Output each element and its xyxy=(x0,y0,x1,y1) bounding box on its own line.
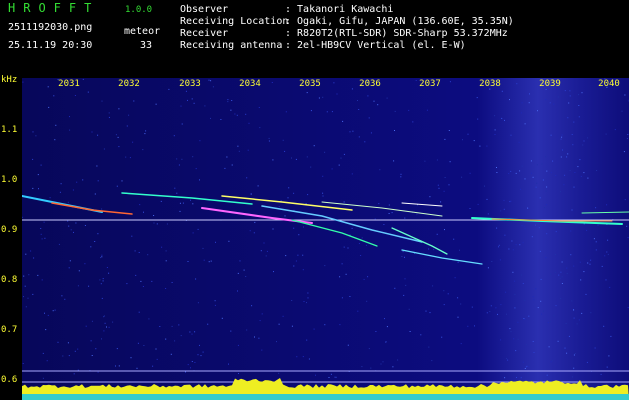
x-tick-label: 2039 xyxy=(539,79,561,89)
y-tick-label: 0.9 xyxy=(1,225,18,235)
y-tick-label: 0.7 xyxy=(1,325,18,335)
observer-label: Observer xyxy=(180,4,229,15)
location-label: Receiving Location xyxy=(180,16,289,27)
spectrogram xyxy=(22,78,629,400)
header-panel: HROFFT 1.0.0 2511192030.png 25.11.19 20:… xyxy=(0,0,629,78)
observer-value: : Takanori Kawachi xyxy=(285,4,394,15)
x-tick-label: 2038 xyxy=(479,79,501,89)
x-tick-label: 2035 xyxy=(299,79,321,89)
timestamp: 25.11.19 20:30 xyxy=(8,40,93,51)
x-tick-label: 2033 xyxy=(179,79,201,89)
noise-baseline xyxy=(22,394,629,400)
x-tick-label: 2036 xyxy=(359,79,381,89)
y-tick-label: 0.6 xyxy=(1,375,18,385)
app-version: 1.0.0 xyxy=(125,5,153,15)
meteor-count: 33 xyxy=(140,40,153,51)
receiver-value: : R820T2(RTL-SDR) SDR-Sharp 53.372MHz xyxy=(285,28,508,39)
y-unit-label: kHz xyxy=(1,75,18,85)
x-tick-label: 2037 xyxy=(419,79,441,89)
y-tick-label: 1.0 xyxy=(1,175,18,185)
antenna-label: Receiving antenna xyxy=(180,40,283,51)
x-tick-label: 2034 xyxy=(239,79,261,89)
app-title: HROFFT xyxy=(8,1,100,15)
x-tick-label: 2031 xyxy=(58,79,80,89)
receiver-label: Receiver xyxy=(180,28,229,39)
y-axis: kHz 1.1 1.0 0.9 0.8 0.7 0.6 xyxy=(0,75,22,400)
antenna-value: : 2el-HB9CV Vertical (el. E-W) xyxy=(285,40,466,51)
meteor-label: meteor xyxy=(124,26,161,37)
x-tick-label: 2032 xyxy=(118,79,140,89)
location-value: : Ogaki, Gifu, JAPAN (136.60E, 35.35N) xyxy=(285,16,514,27)
spectrum-background xyxy=(22,78,629,400)
file-name: 2511192030.png xyxy=(8,22,93,33)
y-tick-label: 0.8 xyxy=(1,275,18,285)
y-tick-label: 1.1 xyxy=(1,125,18,135)
x-tick-label: 2040 xyxy=(598,79,620,89)
